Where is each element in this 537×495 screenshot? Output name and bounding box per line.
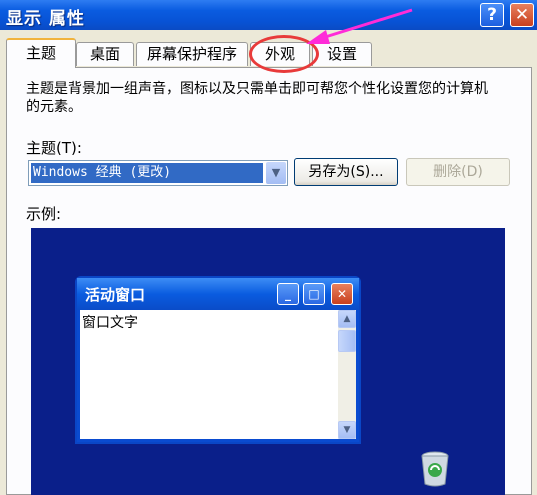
tab-desktop[interactable]: 桌面 [76, 42, 134, 66]
help-button[interactable]: ? [480, 3, 504, 27]
theme-preview: 活动窗口 _ □ ✕ 窗口文字 ▲ ▼ [31, 228, 505, 495]
close-icon: ✕ [331, 283, 353, 305]
preview-window-title: 活动窗口 [85, 286, 146, 304]
minimize-icon: _ [277, 283, 299, 305]
chevron-down-icon[interactable]: ▼ [266, 162, 286, 184]
save-as-button[interactable]: 另存为(S)... [294, 158, 398, 186]
delete-button[interactable]: 删除(D) [406, 158, 510, 186]
title-bar[interactable]: 显示 属性 ? ✕ [0, 0, 537, 30]
tab-themes[interactable]: 主题 [6, 38, 76, 68]
tab-screensaver[interactable]: 屏幕保护程序 [136, 42, 248, 66]
theme-dropdown[interactable]: Windows 经典 (更改) ▼ [28, 160, 288, 186]
pointer-arrow-icon [306, 8, 413, 44]
window-title: 显示 属性 [6, 9, 85, 29]
preview-window-body: 窗口文字 ▲ ▼ [80, 310, 356, 439]
recycle-bin-icon [421, 451, 449, 487]
scroll-thumb [338, 330, 356, 352]
close-button[interactable]: ✕ [510, 3, 534, 27]
preview-title-bar: 活动窗口 _ □ ✕ [77, 278, 359, 310]
theme-label: 主题(T): [26, 139, 82, 157]
theme-description: 主题是背景加一组声音，图标以及只需单击即可帮您个性化设置您的计算机的元素。 [26, 81, 488, 115]
preview-window-text: 窗口文字 [82, 315, 138, 331]
preview-scrollbar: ▲ ▼ [338, 310, 356, 439]
scroll-up-icon: ▲ [338, 310, 356, 328]
preview-active-window: 活动窗口 _ □ ✕ 窗口文字 ▲ ▼ [75, 276, 361, 444]
scroll-down-icon: ▼ [338, 421, 356, 439]
maximize-icon: □ [303, 283, 325, 305]
example-label: 示例: [26, 205, 62, 223]
theme-dropdown-value: Windows 经典 (更改) [31, 163, 263, 183]
